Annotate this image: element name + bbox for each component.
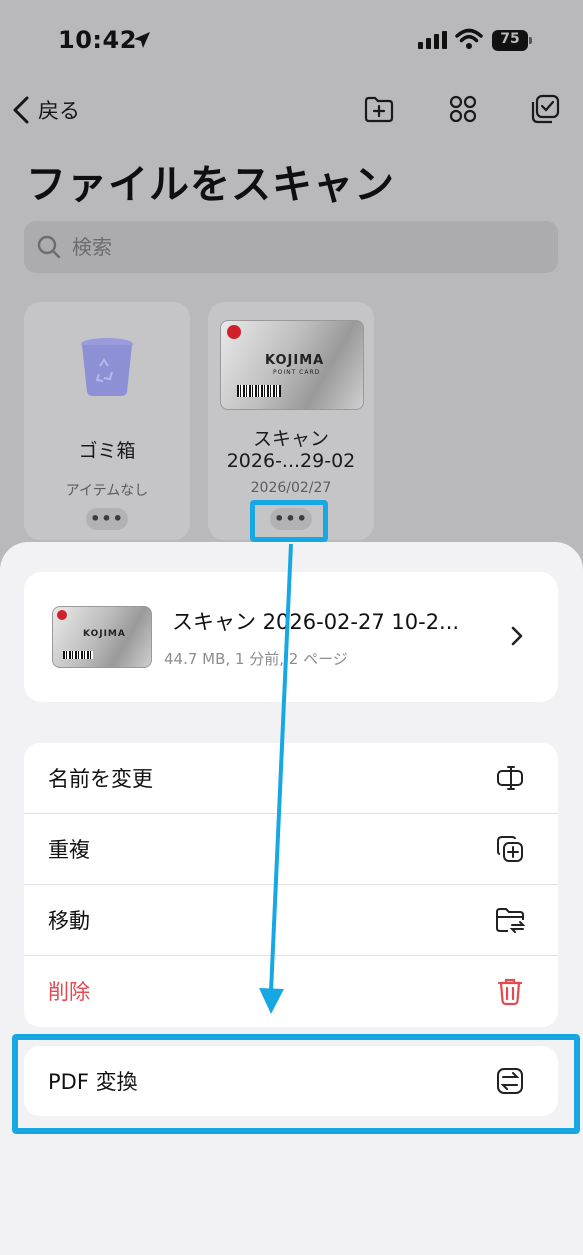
- file-thumbnail-brand: KOJIMA: [83, 629, 126, 639]
- chevron-left-icon: [13, 96, 29, 124]
- menu-item-label: 重複: [48, 838, 90, 862]
- scan-thumbnail: KOJIMA POINT CARD: [220, 320, 364, 410]
- menu-item-label: 移動: [48, 909, 90, 933]
- thumbnail-brand: KOJIMA: [265, 353, 325, 368]
- highlight-box-pdf: [12, 1034, 580, 1134]
- status-time: 10:42: [58, 26, 137, 54]
- file-meta: 44.7 MB, 1 分前, 2 ページ: [164, 650, 348, 668]
- back-label: 戻る: [38, 99, 80, 123]
- battery-level: 75: [500, 31, 520, 47]
- tile-name-line1: スキャン: [252, 428, 329, 450]
- wifi-icon: [455, 28, 483, 49]
- chevron-right-icon: [511, 626, 523, 646]
- search-icon: [37, 235, 61, 259]
- new-folder-icon[interactable]: [362, 92, 396, 126]
- file-title: スキャン 2026-02-27 10-2...: [172, 610, 460, 634]
- menu-item-label: 名前を変更: [48, 767, 153, 791]
- rename-icon: [497, 766, 523, 790]
- move-folder-icon: [496, 908, 526, 933]
- thumbnail-sub: POINT CARD: [273, 369, 321, 376]
- menu-item-label: 削除: [48, 980, 90, 1004]
- cellular-signal-icon: [418, 31, 447, 49]
- menu-item-delete[interactable]: 削除: [24, 955, 558, 1026]
- search-bar[interactable]: [24, 221, 558, 273]
- select-icon[interactable]: [528, 92, 562, 126]
- search-input[interactable]: [70, 234, 544, 260]
- more-button[interactable]: •••: [86, 508, 128, 530]
- tile-date: 2026/02/27: [250, 480, 332, 496]
- grid-view-icon[interactable]: [446, 92, 480, 126]
- tile-name: ゴミ箱: [78, 440, 136, 462]
- trash-bin-icon: [81, 338, 133, 396]
- menu-item-duplicate[interactable]: 重複: [24, 813, 558, 884]
- back-button[interactable]: 戻る: [10, 92, 80, 128]
- trash-folder-tile[interactable]: ゴミ箱 アイテムなし •••: [24, 302, 190, 540]
- file-info-card[interactable]: KOJIMA スキャン 2026-02-27 10-2... 44.7 MB, …: [24, 572, 558, 702]
- tile-subtitle: アイテムなし: [65, 483, 149, 499]
- ellipsis-icon: •••: [90, 509, 124, 528]
- location-arrow-icon: [134, 32, 150, 48]
- page-title: ファイルをスキャン: [26, 162, 395, 208]
- duplicate-icon: [497, 836, 523, 862]
- menu-item-move[interactable]: 移動: [24, 884, 558, 955]
- menu-item-rename[interactable]: 名前を変更: [24, 743, 558, 813]
- highlight-box-more: [250, 500, 328, 542]
- file-thumbnail: KOJIMA: [52, 606, 152, 668]
- battery-indicator: 75: [492, 30, 534, 51]
- tile-name-line2: 2026-...29-02: [226, 450, 356, 472]
- action-menu: 名前を変更 重複 移動 削除: [24, 743, 558, 1027]
- trash-icon: [497, 978, 523, 1006]
